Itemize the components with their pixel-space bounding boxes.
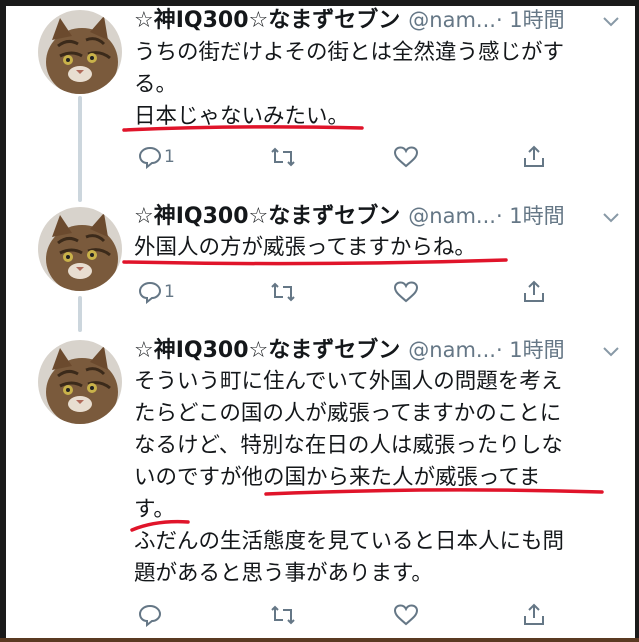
tweet-text-line: なるけど、特別な在日の人は威張ったりしな <box>134 433 563 458</box>
chevron-down-icon[interactable] <box>600 340 622 362</box>
like-button[interactable] <box>393 144 419 170</box>
tweet-text: そういう町に住んでいて外国人の問題を考え たらどこの国の人が威張ってますかのこと… <box>134 366 564 590</box>
like-button[interactable] <box>393 279 419 305</box>
cat-avatar-icon <box>38 340 122 424</box>
timestamp[interactable]: · 1時間 <box>496 204 565 228</box>
thread-connector <box>78 296 82 332</box>
user-handle[interactable]: @nam... <box>408 8 496 32</box>
display-name[interactable]: ☆神IQ300☆なまずセブン <box>134 204 400 229</box>
chevron-down-icon[interactable] <box>600 10 622 32</box>
highlight-underline <box>122 258 508 266</box>
tweet-text-line: たらどこの国の人が威張ってますかのことに <box>134 401 562 426</box>
share-icon <box>524 145 544 167</box>
reply-button[interactable]: 1 <box>138 279 175 305</box>
tweet-header: ☆神IQ300☆なまずセブン @nam...· 1時間 <box>134 4 565 36</box>
thread-connector <box>78 96 82 202</box>
cat-avatar-icon <box>38 10 122 94</box>
avatar[interactable] <box>38 10 122 94</box>
display-name[interactable]: ☆神IQ300☆なまずセブン <box>134 8 400 33</box>
tweet-text-line: うちの街だけよその街とは全然違う感じがす <box>134 40 565 65</box>
display-name[interactable]: ☆神IQ300☆なまずセブン <box>134 338 400 363</box>
timestamp[interactable]: · 1時間 <box>496 338 565 362</box>
tweet-text-line: ふだんの生活態度を見ていると日本人にも問 <box>134 529 565 554</box>
retweet-button[interactable] <box>270 144 296 170</box>
tweet-text-line: 題があると思う事があります。 <box>134 561 433 586</box>
highlight-underline <box>130 519 190 532</box>
highlight-underline <box>264 488 604 496</box>
share-button[interactable] <box>522 279 546 305</box>
cat-avatar-icon <box>38 207 122 291</box>
tweet-header: ☆神IQ300☆なまずセブン @nam...· 1時間 <box>134 334 565 366</box>
retweet-button[interactable] <box>270 279 296 305</box>
share-icon <box>524 603 544 625</box>
reply-count: 1 <box>164 147 175 167</box>
share-button[interactable] <box>522 144 546 170</box>
retweet-icon <box>271 605 295 625</box>
avatar[interactable] <box>38 207 122 291</box>
reply-icon <box>138 146 162 169</box>
tweet-text-line: る。 <box>134 72 178 97</box>
reply-button[interactable] <box>138 602 164 628</box>
tweet-text-line: そういう町に住んでいて外国人の問題を考え <box>134 369 563 394</box>
photo-border-right <box>635 0 639 642</box>
share-button[interactable] <box>522 602 546 628</box>
timestamp[interactable]: · 1時間 <box>496 8 565 32</box>
share-icon <box>524 280 544 302</box>
user-handle[interactable]: @nam... <box>408 338 496 362</box>
photo-border-left <box>0 0 6 642</box>
like-icon <box>393 146 419 168</box>
like-button[interactable] <box>393 602 419 628</box>
reply-icon <box>138 604 162 627</box>
chevron-down-icon[interactable] <box>600 206 622 228</box>
user-handle[interactable]: @nam... <box>408 204 496 228</box>
retweet-button[interactable] <box>270 602 296 628</box>
reply-count: 1 <box>164 282 175 302</box>
retweet-icon <box>271 282 295 302</box>
reply-icon <box>138 281 162 304</box>
photo-border-bottom <box>0 638 639 642</box>
tweet-header: ☆神IQ300☆なまずセブン @nam...· 1時間 <box>134 200 565 232</box>
like-icon <box>393 604 419 626</box>
like-icon <box>393 281 419 303</box>
avatar[interactable] <box>38 340 122 424</box>
retweet-icon <box>271 147 295 167</box>
highlight-underline <box>122 125 364 132</box>
reply-button[interactable]: 1 <box>138 144 175 170</box>
